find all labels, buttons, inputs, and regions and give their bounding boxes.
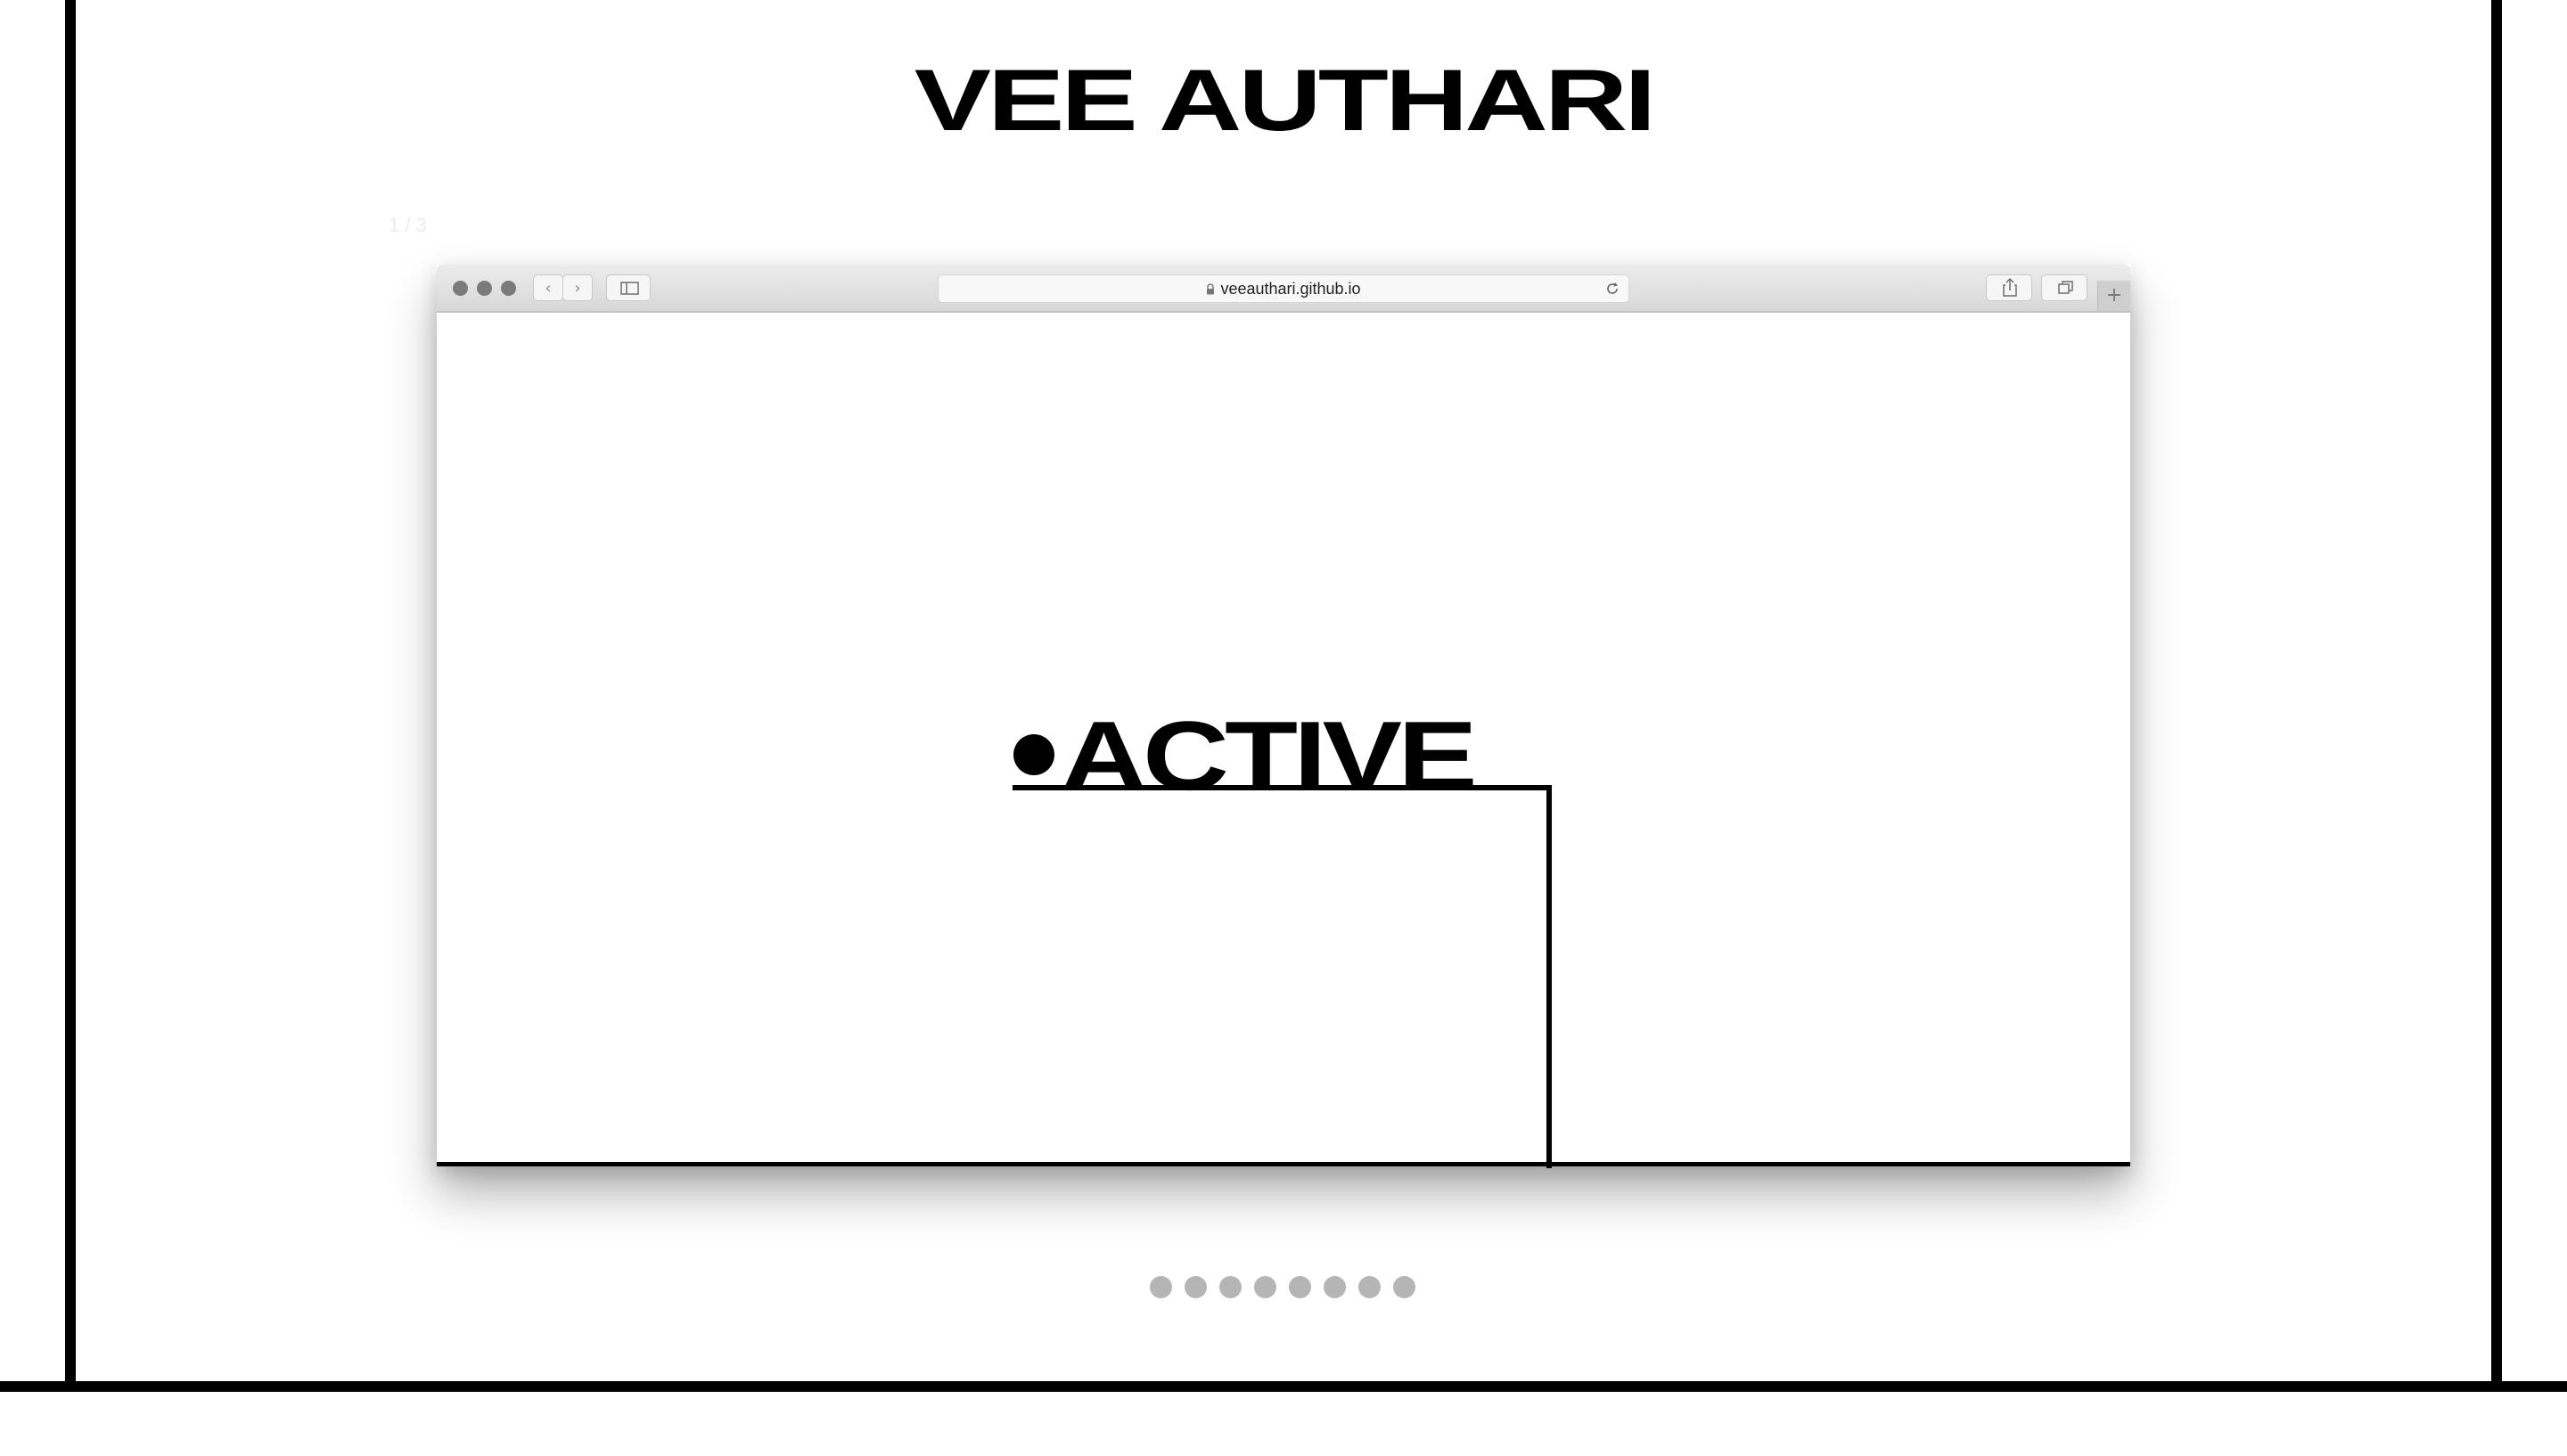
pager-dot[interactable] <box>1185 1276 1207 1298</box>
lock-icon <box>1207 282 1215 294</box>
share-icon <box>2003 277 2017 297</box>
browser-mockup: ‹ › veeauthari.github.io + ACTIVE <box>437 265 2130 1168</box>
page-viewport: ACTIVE <box>437 313 2130 1168</box>
slide-counter: 1 / 3 <box>389 214 427 236</box>
forward-button[interactable]: › <box>562 274 593 301</box>
bullet-dot <box>1013 734 1054 775</box>
site-title: VEE AUTHARI <box>914 51 1656 149</box>
slide-pager <box>1150 1276 1415 1299</box>
back-button[interactable]: ‹ <box>533 274 563 301</box>
pager-dot[interactable] <box>1358 1276 1381 1298</box>
back-icon: ‹ <box>545 278 552 298</box>
tabs-overview-button[interactable] <box>2041 274 2087 301</box>
sidebar-button[interactable] <box>606 274 651 301</box>
viewport-baseline <box>437 1162 2130 1166</box>
minimize-icon[interactable] <box>477 281 492 296</box>
new-tab-icon[interactable]: + <box>2097 281 2130 311</box>
pager-dot[interactable] <box>1289 1276 1311 1298</box>
frame-bottom-line <box>0 1381 2567 1392</box>
frame-left-line <box>65 0 76 1386</box>
address-bar[interactable]: veeauthari.github.io <box>938 274 1629 303</box>
close-icon[interactable] <box>453 281 468 296</box>
sidebar-icon <box>620 282 639 295</box>
headline-vertical-line <box>1546 785 1552 1168</box>
reload-icon[interactable] <box>1603 280 1621 298</box>
forward-icon: › <box>574 278 581 298</box>
pager-dot[interactable] <box>1150 1276 1172 1298</box>
pager-dot[interactable] <box>1393 1276 1415 1298</box>
zoom-icon[interactable] <box>501 281 516 296</box>
pager-dot[interactable] <box>1324 1276 1346 1298</box>
pager-dot[interactable] <box>1219 1276 1242 1298</box>
frame-right-line <box>2491 0 2502 1386</box>
tabs-overview-icon <box>2058 281 2073 294</box>
address-url: veeauthari.github.io <box>1220 279 1361 298</box>
pager-dot[interactable] <box>1254 1276 1276 1298</box>
share-button[interactable] <box>1986 274 2032 301</box>
headline-underline <box>1013 785 1551 790</box>
browser-toolbar: ‹ › veeauthari.github.io + <box>437 265 2130 313</box>
active-headline: ACTIVE <box>1061 701 1478 811</box>
